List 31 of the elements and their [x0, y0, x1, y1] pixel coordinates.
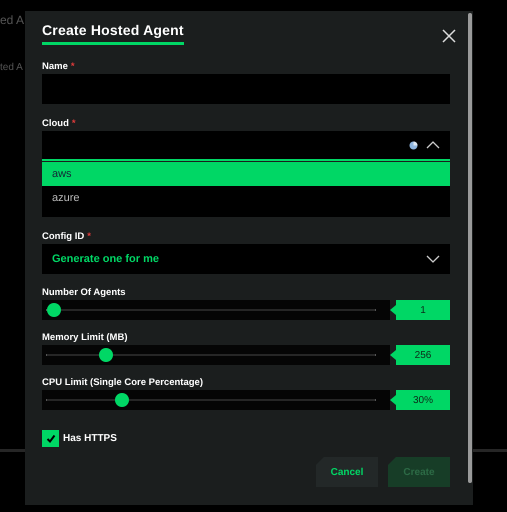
slider-thumb[interactable]: [99, 348, 114, 362]
field-label: Memory Limit (MB): [42, 332, 128, 343]
select-field[interactable]: Generate one for me: [42, 244, 450, 274]
chevron-icon: [426, 255, 440, 263]
name-input[interactable]: [42, 74, 450, 104]
dialog-button[interactable]: Cancel: [316, 457, 378, 487]
required-mark: *: [87, 231, 91, 242]
slider-thumb[interactable]: [47, 303, 61, 317]
dropdown-option[interactable]: azure: [42, 186, 450, 210]
slider-value: 30%: [390, 390, 450, 410]
slider-value: 256: [390, 345, 450, 365]
required-mark: *: [72, 118, 76, 129]
close-icon[interactable]: [442, 29, 456, 45]
select-field[interactable]: [42, 131, 450, 161]
slider-thumb[interactable]: [115, 393, 130, 407]
check-icon: [46, 434, 56, 443]
checkbox[interactable]: [42, 430, 59, 447]
field-label: Name: [42, 61, 68, 72]
scrollbar[interactable]: [468, 13, 472, 483]
field-label: Cloud: [42, 118, 69, 129]
dropdown-option[interactable]: aws: [42, 162, 450, 186]
dialog-title: Create Hosted Agent: [42, 20, 184, 45]
slider-value: 1: [390, 300, 450, 320]
field-label: Number Of Agents: [42, 287, 126, 298]
field-label: Config ID: [42, 231, 84, 242]
field-label: CPU Limit (Single Core Percentage): [42, 377, 204, 388]
chevron-icon: [426, 141, 440, 149]
required-mark: *: [70, 61, 75, 72]
background-text: ed A: [0, 13, 24, 27]
background-text: ted A: [0, 62, 23, 73]
checkbox-label: Has HTTPS: [63, 433, 117, 444]
